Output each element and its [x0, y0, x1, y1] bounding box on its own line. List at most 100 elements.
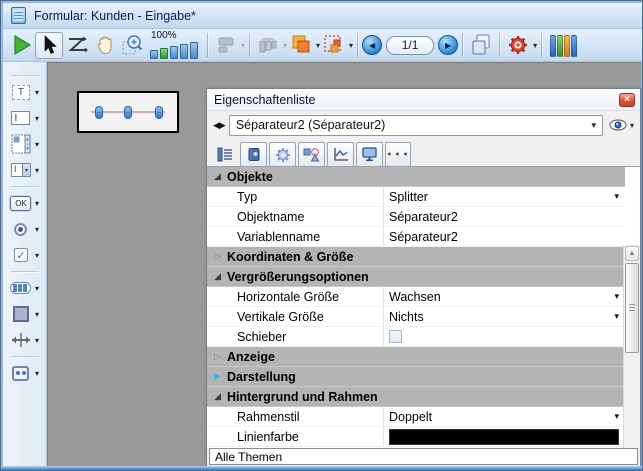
checkbox-tool-dropdown-icon[interactable]: ▾ [35, 251, 39, 260]
page-indicator[interactable]: 1/1 [386, 36, 434, 55]
listbox-tool-dropdown-icon[interactable]: ▾ [35, 140, 39, 149]
arrange-order-button[interactable] [287, 32, 315, 59]
schieber-checkbox[interactable] [389, 330, 402, 343]
zoom-bar-icon[interactable] [170, 46, 178, 59]
distribute-icon [258, 36, 278, 54]
button-tool[interactable]: OK ▾ [10, 193, 39, 213]
listbox-tool[interactable]: ▾ [10, 134, 39, 154]
property-value[interactable]: Séparateur2 [389, 210, 619, 224]
property-value[interactable]: Splitter [389, 190, 614, 204]
selection-mode-dropdown-icon[interactable]: ▾ [349, 41, 353, 50]
tab-order-button[interactable] [63, 32, 91, 59]
toolbox-separator [11, 271, 39, 272]
custom-control-tool-dropdown-icon[interactable]: ▾ [35, 369, 39, 378]
selection-handle-left[interactable] [95, 106, 103, 119]
visibility-filter-button[interactable]: ▾ [609, 119, 634, 131]
property-row-objektname[interactable]: Objektname Séparateur2 [207, 207, 625, 227]
property-value[interactable]: Wachsen [389, 290, 614, 304]
chevron-down-icon[interactable]: ▾ [614, 311, 619, 322]
tab-settings[interactable] [269, 142, 296, 166]
checkbox-tool[interactable]: ✓ ▾ [10, 245, 39, 265]
property-row-vertikale-groesse[interactable]: Vertikale Größe Nichts ▾ [207, 307, 625, 327]
property-label: Horizontale Größe [207, 290, 383, 304]
scroll-up-button[interactable]: ▲ [625, 246, 639, 261]
property-row-rahmenstil[interactable]: Rahmenstil Doppelt ▾ [207, 407, 625, 427]
section-objekte[interactable]: ◢ Objekte [207, 167, 625, 187]
tab-more[interactable]: ● ● ● [385, 142, 411, 166]
section-hintergrund-und-rahmen[interactable]: ◢ Hintergrund und Rahmen [207, 387, 625, 407]
run-form-button[interactable] [7, 32, 35, 59]
frame-tool[interactable]: ▾ [10, 304, 39, 324]
select-tool-button[interactable] [35, 32, 63, 59]
pages-button[interactable] [467, 32, 495, 59]
theme-filter-bar[interactable]: Alle Themen [209, 448, 638, 465]
chevron-down-icon[interactable]: ▾ [614, 411, 619, 422]
custom-control-tool[interactable]: ▾ [10, 363, 39, 383]
section-koordinaten[interactable]: ▷ Koordinaten & Größe [207, 247, 625, 267]
tab-objects[interactable] [298, 142, 325, 166]
label-tool[interactable]: T ▾ [10, 82, 39, 102]
tab-display[interactable] [356, 142, 383, 166]
radiobutton-tool-dropdown-icon[interactable]: ▾ [35, 225, 39, 234]
radiobutton-tool[interactable]: ▾ [10, 219, 39, 239]
next-page-button[interactable]: ▶ [438, 35, 458, 55]
pan-tool-button[interactable] [91, 32, 119, 59]
zoom-level-control[interactable]: 100% [150, 32, 200, 59]
progressbar-tool-dropdown-icon[interactable]: ▾ [35, 284, 39, 293]
library-books-icon[interactable] [550, 33, 577, 57]
textfield-tool[interactable]: I ▾ [10, 108, 39, 128]
title-bar[interactable]: Formular: Kunden - Eingabe* [3, 3, 642, 29]
section-vergroesserungsoptionen[interactable]: ◢ Vergrößerungsoptionen [207, 267, 625, 287]
button-tool-dropdown-icon[interactable]: ▾ [35, 199, 39, 208]
settings-button[interactable] [504, 32, 532, 59]
progressbar-tool[interactable]: ▾ [10, 278, 39, 298]
expanded-icon: ◢ [214, 171, 227, 182]
frame-tool-dropdown-icon[interactable]: ▾ [35, 310, 39, 319]
selection-handle-center[interactable] [124, 106, 132, 119]
form-preview[interactable] [77, 91, 179, 133]
combobox-tool-dropdown-icon[interactable]: ▾ [35, 166, 39, 175]
combobox-tool[interactable]: I▾ ▾ [10, 160, 39, 180]
textfield-tool-dropdown-icon[interactable]: ▾ [35, 114, 39, 123]
chevron-down-icon[interactable]: ▾ [614, 291, 619, 302]
zoom-bar-icon[interactable] [150, 50, 158, 59]
section-anzeige[interactable]: ▷ Anzeige [207, 347, 625, 367]
object-prev-next-icon[interactable]: ◀▶ [213, 120, 225, 131]
scrollbar-thumb[interactable] [625, 263, 639, 353]
property-row-variablenname[interactable]: Variablenname Séparateur2 [207, 227, 625, 247]
zoom-bar-icon[interactable] [190, 42, 198, 59]
property-value[interactable]: Doppelt [389, 410, 614, 424]
tab-properties[interactable] [211, 142, 238, 166]
property-value[interactable]: Nichts [389, 310, 614, 324]
shapes-icon [303, 147, 320, 162]
section-darstellung[interactable]: ▶ Darstellung [207, 367, 625, 387]
label-tool-dropdown-icon[interactable]: ▾ [35, 88, 39, 97]
zoom-region-button[interactable] [119, 32, 147, 59]
tab-chart[interactable] [327, 142, 354, 166]
properties-panel-titlebar[interactable]: Eigenschaftenliste × [207, 89, 640, 111]
page-indicator-value: 1/1 [402, 38, 419, 52]
grid-scrollbar[interactable]: ▲ ▼ [623, 245, 640, 449]
chevron-down-icon[interactable]: ▾ [614, 191, 619, 202]
tab-help[interactable] [240, 142, 267, 166]
splitter-tool-dropdown-icon[interactable]: ▾ [35, 336, 39, 345]
object-selector-combobox[interactable]: Séparateur2 (Séparateur2) ▾ [229, 115, 603, 136]
toolbar-separator [249, 33, 250, 57]
property-row-typ[interactable]: Typ Splitter ▾ [207, 187, 625, 207]
selection-handle-right[interactable] [155, 106, 163, 119]
zoom-bar-icon[interactable] [180, 44, 188, 59]
previous-page-button[interactable]: ◀ [362, 35, 382, 55]
collapsed-icon: ▷ [214, 351, 227, 362]
splitter-tool[interactable]: ▾ [10, 330, 39, 350]
property-row-schieber[interactable]: Schieber [207, 327, 625, 347]
line-color-swatch[interactable] [389, 429, 619, 445]
selection-mode-button[interactable] [320, 32, 348, 59]
toolbox-separator [11, 75, 39, 76]
property-row-horizontale-groesse[interactable]: Horizontale Größe Wachsen ▾ [207, 287, 625, 307]
custom-control-tool-icon [12, 366, 29, 381]
settings-dropdown-icon[interactable]: ▾ [533, 41, 537, 50]
zoom-bar-current-icon[interactable] [160, 48, 168, 59]
close-button[interactable]: × [619, 93, 635, 107]
property-value[interactable]: Séparateur2 [389, 230, 619, 244]
property-row-linienfarbe[interactable]: Linienfarbe [207, 427, 625, 447]
